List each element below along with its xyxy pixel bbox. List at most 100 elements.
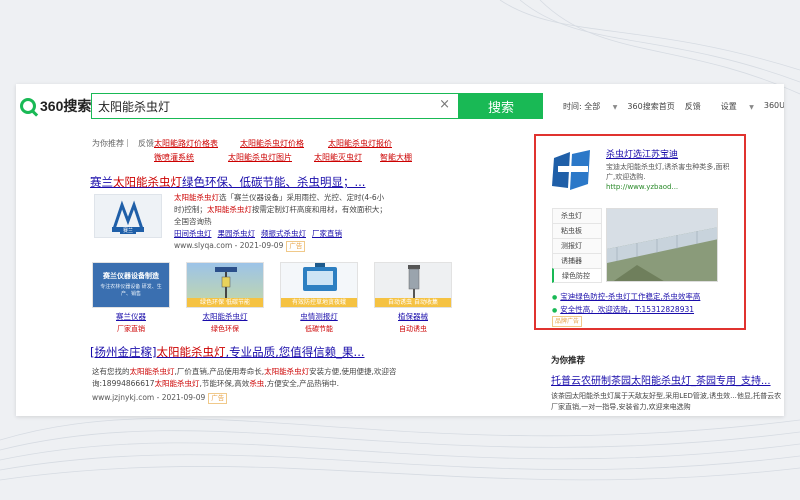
- title-keyword: 太阳能杀虫灯: [113, 175, 182, 189]
- card-title: 赛兰仪器: [116, 312, 146, 321]
- image-card[interactable]: 赛兰仪器设备制造 专注农林仪器设备 研发、生产、销售 赛兰仪器 厂家直销: [92, 262, 170, 334]
- related-link[interactable]: 微喷灌系统: [154, 152, 194, 163]
- title-text: 绿色环保、低碳节能、杀虫明显；...: [182, 175, 366, 189]
- card-title: 虫情测报灯: [300, 312, 338, 321]
- recommend-heading: 为你推荐: [551, 356, 586, 366]
- desc-keyword: 太阳能杀虫灯: [129, 367, 175, 376]
- ad-tab[interactable]: 诱捕器: [552, 253, 602, 268]
- sitelink[interactable]: 厂家直销: [312, 229, 342, 238]
- related-link[interactable]: 太阳能杀虫灯报价: [328, 138, 392, 149]
- card-title: 太阳能杀虫灯: [202, 312, 248, 321]
- brand-ad-box: 杀虫灯选江苏宝迪 宝迪太阳能杀虫灯,诱杀害虫种类多,面积广,欢迎选购. http…: [534, 134, 746, 330]
- settings-link[interactable]: 设置 ▼: [711, 101, 754, 112]
- card-image: 有效防控草地贪夜蛾: [280, 262, 358, 308]
- home-link[interactable]: 360搜索首页: [627, 101, 674, 112]
- results-column: 为你推荐 | 反馈 太阳能路灯价格表 太阳能杀虫灯价格 太阳能杀虫灯报价 微喷灌…: [90, 138, 522, 404]
- sitelink[interactable]: 田间杀虫灯: [174, 229, 212, 238]
- sitelinks: 田间杀虫灯 果园杀虫灯 频振式杀虫灯 厂家直销: [174, 228, 394, 240]
- image-cards: 赛兰仪器设备制造 专注农林仪器设备 研发、生产、销售 赛兰仪器 厂家直销 绿色环…: [92, 262, 468, 334]
- image-card[interactable]: 绿色环保 低碳节能 太阳能杀虫灯 绿色环保: [186, 262, 264, 334]
- ad-tab[interactable]: 杀虫灯: [552, 208, 602, 223]
- title-text: [扬州金庄稼]: [90, 345, 157, 359]
- card-title: 植保器械: [398, 312, 428, 321]
- logo-360-search[interactable]: 360搜索: [20, 96, 91, 116]
- title-keyword: 太阳能杀虫灯: [156, 345, 226, 359]
- logo-icon: [20, 98, 36, 114]
- card-image-text: 赛兰仪器设备制造: [103, 272, 159, 280]
- search-results-window: 360搜索 × 搜索 时间: 全部 ▼ 360搜索首页 反馈 设置 ▼ 360U…: [16, 84, 784, 416]
- title-text: 赛兰: [90, 175, 113, 189]
- result-title[interactable]: [扬州金庄稼]太阳能杀虫灯,专业品质,您值得信赖_果...: [90, 344, 522, 360]
- card-subtitle: 低碳节能: [305, 325, 333, 333]
- card-subtitle: 绿色环保: [211, 325, 239, 333]
- greenhouse-image: [607, 209, 717, 281]
- result-description: 这有您找的太阳能杀虫灯,厂价直销,产品使用寿命长,太阳能杀虫灯安装方便,使用便捷…: [92, 366, 412, 390]
- image-card[interactable]: 自动诱虫 自动收集 植保器械 自动诱虫: [374, 262, 452, 334]
- ad-link[interactable]: 宝迪绿色防控-杀虫灯工作稳定,杀虫效率高: [552, 291, 700, 302]
- related-searches: 为你推荐 | 反馈 太阳能路灯价格表 太阳能杀虫灯价格 太阳能杀虫灯报价 微喷灌…: [92, 138, 522, 168]
- related-feedback[interactable]: 反馈: [138, 138, 154, 149]
- desc-text: 这有您找的: [92, 367, 130, 376]
- recommend-description: 该茶园太阳能杀虫灯属于天敌友好型,采用LED管波,诱虫效...他显,托普云农厂家…: [551, 392, 782, 411]
- chevron-down-icon: ▼: [612, 104, 618, 111]
- card-badge: 自动诱虫 自动收集: [375, 298, 451, 307]
- desc-keyword: 太阳能杀虫灯: [174, 193, 219, 202]
- ad-tab[interactable]: 绿色防控: [552, 268, 602, 283]
- recommend-title[interactable]: 托普云农研制茶园太阳能杀虫灯_茶园专用_支持...: [551, 372, 783, 387]
- result-url[interactable]: www.slyqa.com - 2021-09-09: [174, 241, 283, 250]
- card-subtitle: 厂家直销: [117, 325, 145, 333]
- title-text: ,专业品质,您值得信赖_果...: [225, 345, 365, 359]
- ad-url[interactable]: http://www.yzbaod...: [606, 183, 678, 191]
- greenhouse-photo[interactable]: [606, 208, 718, 282]
- result-url[interactable]: www.jzjnykj.com - 2021-09-09: [92, 393, 205, 402]
- card-badge: 绿色环保 低碳节能: [187, 298, 263, 307]
- ad-link[interactable]: 安全性高，欢迎选购，T:15312828931: [552, 304, 694, 315]
- desc-keyword: 太阳能杀虫灯: [154, 379, 200, 388]
- card-image: 绿色环保 低碳节能: [186, 262, 264, 308]
- search-button[interactable]: 搜索: [459, 93, 543, 119]
- card-image: 赛兰仪器设备制造 专注农林仪器设备 研发、生产、销售: [92, 262, 170, 308]
- feedback-link[interactable]: 反馈: [685, 101, 701, 112]
- related-link[interactable]: 太阳能杀虫灯图片: [228, 152, 292, 163]
- brand-ad-tag: 品牌广告: [552, 316, 583, 327]
- card-image: 自动诱虫 自动收集: [374, 262, 452, 308]
- sitelink[interactable]: 频振式杀虫灯: [261, 229, 306, 238]
- ad-tag: 广告: [286, 241, 306, 252]
- logo-text: 360搜索: [40, 98, 92, 114]
- ad-description: 宝迪太阳能杀虫灯,诱杀害虫种类多,面积广,欢迎选购.: [606, 163, 730, 181]
- result-title[interactable]: 赛兰太阳能杀虫灯绿色环保、低碳节能、杀虫明显；...: [90, 174, 522, 190]
- search-box: ×: [91, 93, 459, 119]
- card-badge: 有效防控草地贪夜蛾: [281, 298, 357, 307]
- time-filter[interactable]: 时间: 全部 ▼: [553, 101, 617, 112]
- desc-text: ,节能环保,高效: [199, 379, 250, 388]
- solar-lamp-icon: [215, 267, 237, 300]
- ad-tab[interactable]: 测报灯: [552, 238, 602, 253]
- sitelink[interactable]: 果园杀虫灯: [218, 229, 256, 238]
- baodi-logo-icon[interactable]: [550, 148, 594, 192]
- search-input[interactable]: [92, 94, 422, 118]
- ad-tag: 广告: [208, 393, 228, 404]
- result-description: 太阳能杀虫灯选「赛兰仪器设备」采用雨控、光控、定时(4-6小时)控制；太阳能杀虫…: [174, 192, 394, 252]
- top-toolbar: 时间: 全部 ▼ 360搜索首页 反馈 设置 ▼ 360U82043...: [543, 101, 784, 112]
- case-device-icon: [303, 263, 337, 291]
- related-link[interactable]: 太阳能灭虫灯: [314, 152, 362, 163]
- time-filter-label: 时间: 全部: [563, 102, 601, 111]
- result-thumbnail[interactable]: 赛兰: [94, 194, 162, 238]
- desc-text: ,厂价直销,产品使用寿命长,: [174, 367, 265, 376]
- ad-title[interactable]: 杀虫灯选江苏宝迪: [606, 147, 678, 160]
- result-item: [扬州金庄稼]太阳能杀虫灯,专业品质,您值得信赖_果... 这有您找的太阳能杀虫…: [90, 344, 522, 404]
- clear-icon[interactable]: ×: [439, 97, 450, 112]
- related-link[interactable]: 智能大棚: [380, 152, 412, 163]
- card-subtitle: 自动诱虫: [399, 325, 427, 333]
- recommend-section: 为你推荐 托普云农研制茶园太阳能杀虫灯_茶园专用_支持... 该茶园太阳能杀虫灯…: [551, 354, 783, 413]
- result-item: 赛兰太阳能杀虫灯绿色环保、低碳节能、杀虫明显；... 赛兰 太阳能杀虫灯选「赛兰…: [90, 174, 522, 252]
- user-id[interactable]: 360U82043...: [764, 101, 784, 112]
- ad-tab[interactable]: 粘虫板: [552, 223, 602, 238]
- insect-trap-icon: [408, 265, 420, 300]
- card-image-subtext: 专注农林仪器设备 研发、生产、销售: [100, 284, 162, 297]
- related-link[interactable]: 太阳能杀虫灯价格: [240, 138, 304, 149]
- desc-keyword: 太阳能杀虫灯: [206, 205, 252, 214]
- related-link[interactable]: 太阳能路灯价格表: [154, 138, 218, 149]
- image-card[interactable]: 有效防控草地贪夜蛾 虫情测报灯 低碳节能: [280, 262, 358, 334]
- desc-text: ,方便安全,产品热销中.: [264, 379, 339, 388]
